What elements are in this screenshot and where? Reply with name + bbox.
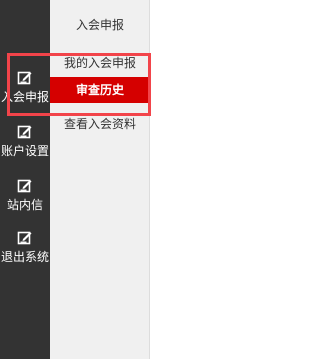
submenu-title: 入会申报 bbox=[75, 18, 124, 32]
submenu-item-review-history[interactable]: 审查历史 bbox=[50, 77, 150, 103]
app-root: 入会申报 账户设置 站内信 退出系统 入会申报 我的入会申报 审查历史 查看入会… bbox=[0, 0, 302, 359]
rail-item-membership-apply[interactable]: 入会申报 bbox=[0, 70, 50, 104]
rail-item-account-settings[interactable]: 账户设置 bbox=[0, 124, 50, 158]
edit-icon bbox=[17, 231, 32, 245]
rail-item-logout[interactable]: 退出系统 bbox=[0, 230, 50, 264]
rail-item-messages[interactable]: 站内信 bbox=[0, 178, 50, 212]
submenu-item-view-materials[interactable]: 查看入会资料 bbox=[50, 115, 150, 132]
edit-icon bbox=[17, 179, 32, 193]
edit-icon bbox=[17, 125, 32, 139]
rail-item-label: 入会申报 bbox=[0, 90, 49, 104]
left-rail: 入会申报 账户设置 站内信 退出系统 bbox=[0, 0, 50, 359]
rail-item-label: 站内信 bbox=[6, 198, 43, 212]
rail-item-label: 账户设置 bbox=[0, 144, 49, 158]
submenu-panel: 入会申报 我的入会申报 审查历史 查看入会资料 bbox=[50, 0, 150, 359]
submenu-item-my-applications[interactable]: 我的入会申报 bbox=[50, 54, 150, 71]
rail-item-label: 退出系统 bbox=[0, 250, 49, 264]
edit-icon bbox=[17, 71, 32, 85]
